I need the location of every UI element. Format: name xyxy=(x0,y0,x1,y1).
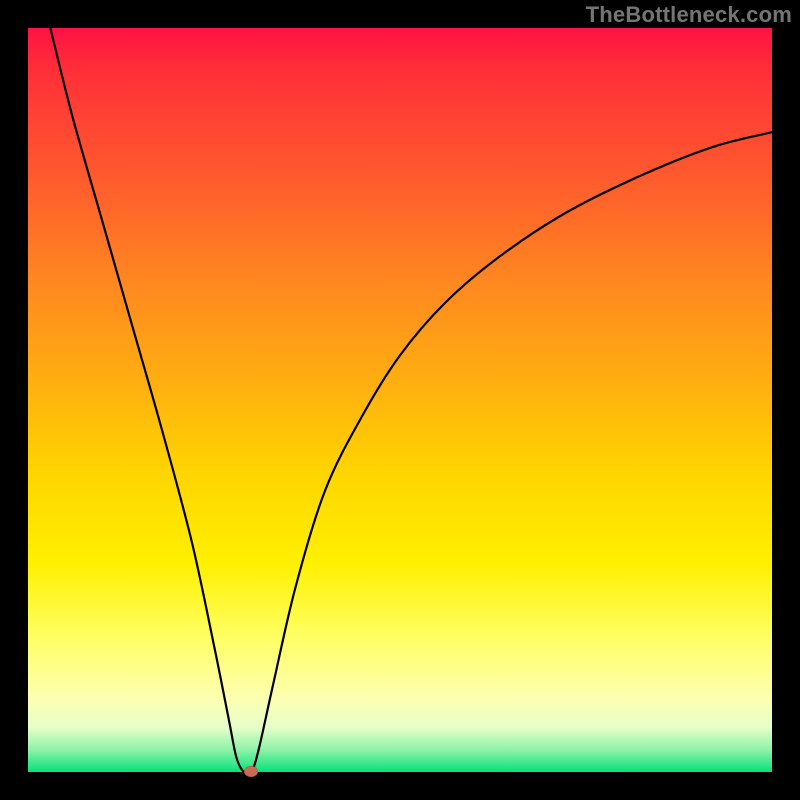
plot-area xyxy=(28,28,772,772)
bottleneck-curve xyxy=(28,28,772,772)
watermark-text: TheBottleneck.com xyxy=(586,2,792,28)
chart-frame: TheBottleneck.com xyxy=(0,0,800,800)
curve-path xyxy=(50,28,772,774)
minimum-marker xyxy=(244,766,258,777)
